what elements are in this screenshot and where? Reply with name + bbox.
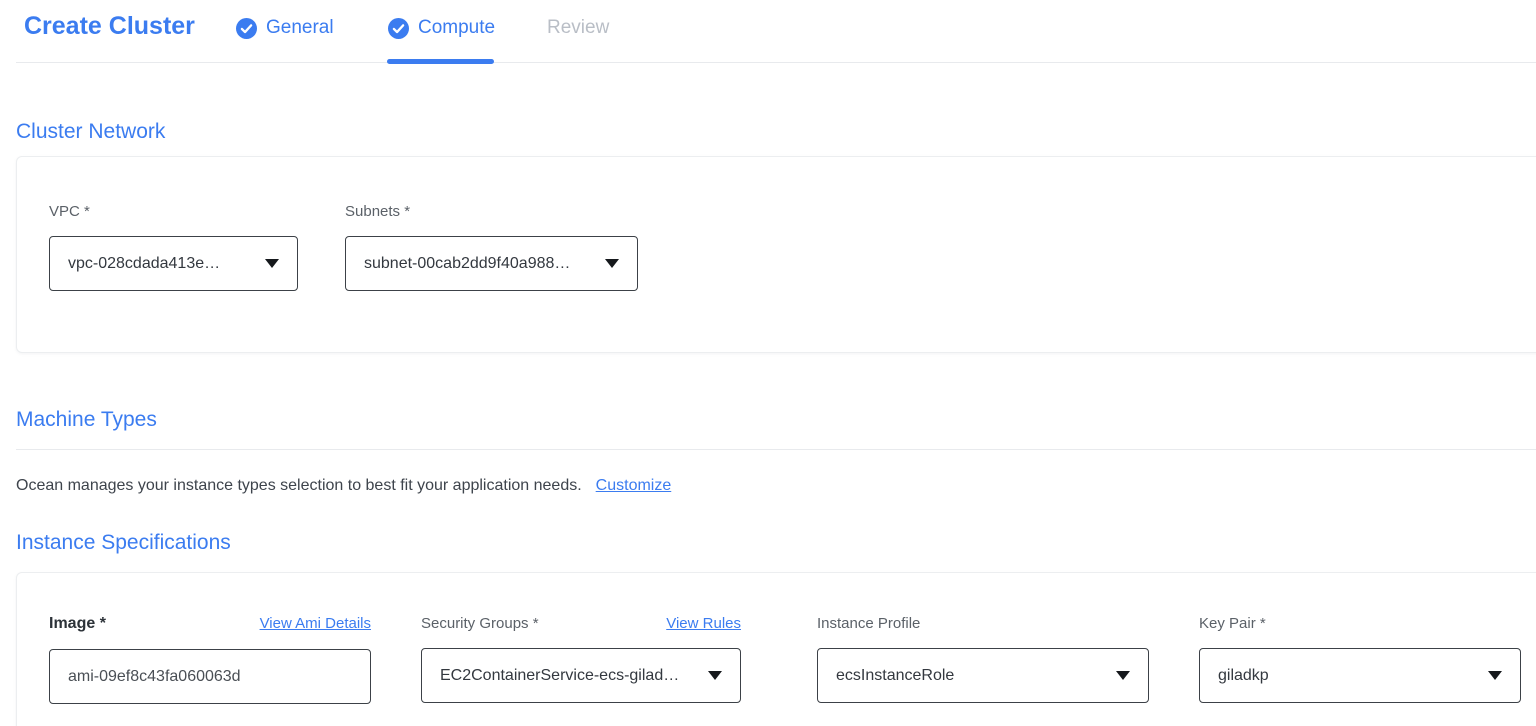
image-value: ami-09ef8c43fa060063d: [68, 668, 241, 686]
tab-general-label: General: [266, 17, 334, 39]
instance-specifications-card: Image * View Ami Details ami-09ef8c43fa0…: [16, 572, 1536, 726]
subnets-label: Subnets *: [345, 203, 638, 220]
machine-types-description-row: Ocean manages your instance types select…: [16, 477, 671, 495]
view-ami-details-link[interactable]: View Ami Details: [260, 615, 371, 632]
key-pair-select[interactable]: giladkp: [1199, 648, 1521, 703]
machine-types-heading: Machine Types: [16, 408, 157, 432]
security-groups-label: Security Groups *: [421, 615, 539, 632]
caret-down-icon: [605, 259, 619, 268]
tab-review-label: Review: [547, 17, 609, 39]
header-divider: [16, 62, 1536, 63]
instance-specifications-heading: Instance Specifications: [16, 531, 231, 555]
create-cluster-page: Create Cluster General Compute Review Cl…: [0, 0, 1536, 726]
check-circle-icon: [236, 18, 257, 39]
check-circle-icon: [388, 18, 409, 39]
caret-down-icon: [265, 259, 279, 268]
key-pair-selected-value: giladkp: [1218, 667, 1269, 685]
page-title: Create Cluster: [24, 12, 195, 41]
vpc-selected-value: vpc-028cdada413e…: [68, 255, 220, 273]
view-rules-link[interactable]: View Rules: [666, 615, 741, 632]
caret-down-icon: [708, 671, 722, 680]
security-groups-selected-value: EC2ContainerService-ecs-gilad…: [440, 667, 679, 685]
tab-review[interactable]: Review: [547, 17, 609, 39]
key-pair-label: Key Pair *: [1199, 615, 1266, 632]
tab-compute[interactable]: Compute: [388, 17, 495, 39]
tab-general[interactable]: General: [236, 17, 334, 39]
image-input[interactable]: ami-09ef8c43fa060063d: [49, 649, 371, 704]
customize-link[interactable]: Customize: [596, 477, 672, 494]
instance-profile-select[interactable]: ecsInstanceRole: [817, 648, 1149, 703]
instance-profile-label: Instance Profile: [817, 615, 920, 632]
caret-down-icon: [1488, 671, 1502, 680]
instance-profile-selected-value: ecsInstanceRole: [836, 667, 954, 685]
cluster-network-heading: Cluster Network: [16, 120, 165, 144]
security-groups-select[interactable]: EC2ContainerService-ecs-gilad…: [421, 648, 741, 703]
active-tab-underline: [387, 59, 494, 64]
image-label: Image *: [49, 615, 106, 633]
tab-compute-label: Compute: [418, 17, 495, 39]
machine-types-divider: [16, 449, 1536, 450]
cluster-network-card: VPC * vpc-028cdada413e… Subnets * subnet…: [16, 156, 1536, 353]
subnets-selected-value: subnet-00cab2dd9f40a988…: [364, 255, 570, 273]
vpc-label: VPC *: [49, 203, 298, 220]
subnets-select[interactable]: subnet-00cab2dd9f40a988…: [345, 236, 638, 291]
machine-types-description: Ocean manages your instance types select…: [16, 477, 582, 494]
caret-down-icon: [1116, 671, 1130, 680]
vpc-select[interactable]: vpc-028cdada413e…: [49, 236, 298, 291]
